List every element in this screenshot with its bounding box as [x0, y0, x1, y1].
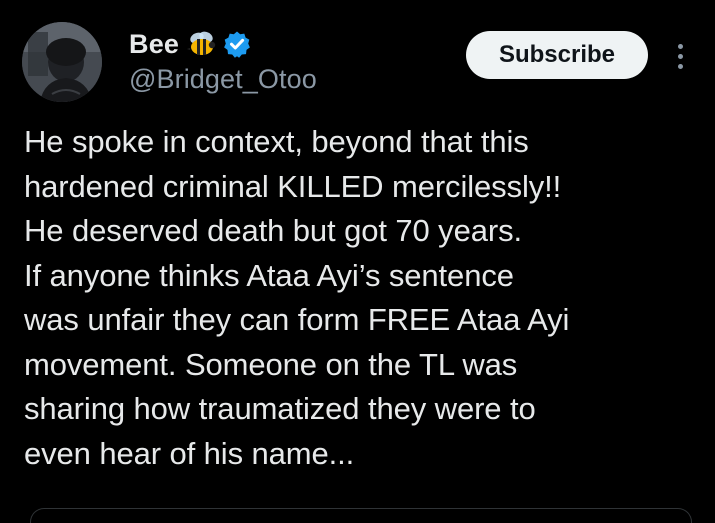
avatar[interactable]: [22, 22, 102, 102]
name-row: Bee: [129, 26, 317, 62]
avatar-photo-icon: [22, 22, 102, 102]
more-vertical-icon[interactable]: [668, 38, 692, 74]
handle[interactable]: @Bridget_Otoo: [129, 64, 317, 95]
author-info: Bee @Bridget_Otoo: [129, 26, 317, 95]
quoted-card-edge: [30, 508, 692, 523]
more-dot: [677, 53, 683, 59]
tweet-card: Bee @Bridget_Otoo Subscribe He spoke in …: [0, 0, 715, 523]
tweet-text: He spoke in context, beyond that this ha…: [24, 124, 570, 471]
verified-badge-icon[interactable]: [223, 30, 251, 58]
bee-icon: [187, 30, 217, 58]
subscribe-button[interactable]: Subscribe: [466, 31, 648, 79]
more-dot: [677, 43, 683, 49]
display-name[interactable]: Bee: [129, 29, 179, 60]
more-dot: [677, 63, 683, 69]
